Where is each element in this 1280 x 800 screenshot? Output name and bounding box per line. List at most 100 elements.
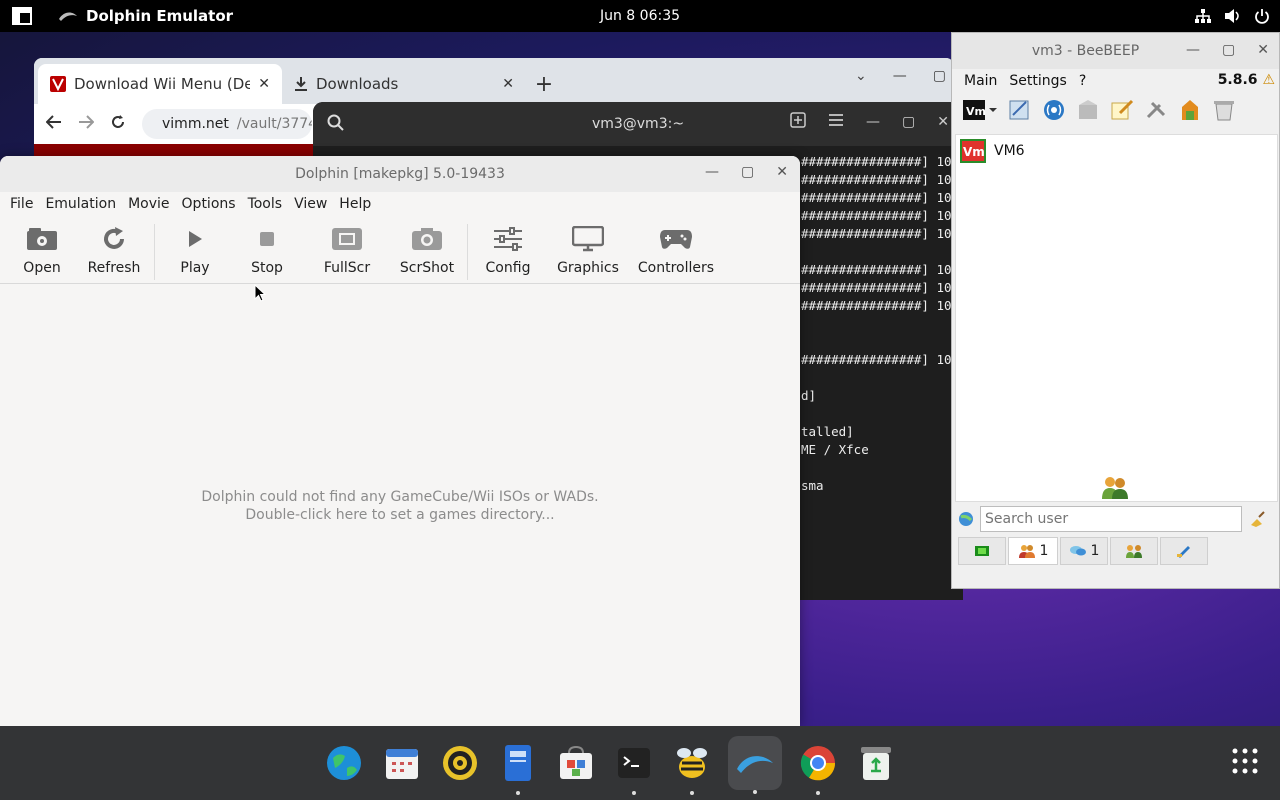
terminal-line: ################] 100 [801,208,960,223]
menu-help[interactable]: ? [1073,73,1092,89]
beebeep-titlebar[interactable]: vm3 - BeeBEEP — ▢ ✕ [952,33,1279,69]
browser-window-controls: ⌄ — ▢ [855,68,946,84]
mouse-cursor-icon [254,284,266,302]
close-tab-icon[interactable]: ✕ [258,76,270,92]
activities-button[interactable] [0,0,44,32]
empty-game-list-message[interactable]: Dolphin could not find any GameCube/Wii … [0,488,800,524]
update-icon[interactable] [1178,99,1202,125]
tab-chats[interactable]: 1 [1060,537,1108,565]
tools-icon[interactable] [1144,99,1168,125]
close-button[interactable]: ✕ [1257,42,1269,58]
edit-profile-icon[interactable] [1008,99,1032,125]
running-indicator [753,790,757,794]
dock-item-music[interactable] [438,735,482,791]
menu-view[interactable]: View [288,196,333,212]
notes-icon[interactable] [1110,99,1134,125]
fullscreen-button[interactable]: FullScr [303,224,391,276]
tab-users[interactable]: 1 [1008,537,1058,565]
maximize-button[interactable]: ▢ [741,164,754,180]
graphics-button[interactable]: Graphics [544,224,632,276]
window-title: Dolphin [makepkg] 5.0-19433 [295,166,505,182]
gamepad-icon [660,230,692,249]
menu-help[interactable]: Help [333,196,377,212]
terminal-titlebar[interactable]: vm3@vm3:~ — ▢ ✕ [313,102,963,146]
stop-button[interactable]: Stop [231,224,303,276]
hamburger-menu-icon[interactable] [828,113,844,131]
file-share-icon[interactable] [1076,99,1100,125]
monitor-icon [572,226,604,252]
trash-icon[interactable] [1212,99,1236,125]
dock-item-trash[interactable] [854,735,898,791]
svg-text:Vm: Vm [966,105,986,118]
dock-item-browser[interactable] [322,735,366,791]
dock-item-software[interactable] [554,735,598,791]
show-apps-button[interactable] [1232,748,1258,778]
game-list-area[interactable]: Dolphin could not find any GameCube/Wii … [0,284,800,726]
tab-status[interactable] [958,537,1006,565]
open-button[interactable]: Open [6,224,78,276]
maximize-button[interactable]: ▢ [902,114,915,130]
beebeep-window: vm3 - BeeBEEP — ▢ ✕ Main Settings ? 5.8.… [951,32,1280,589]
close-button[interactable]: ✕ [937,114,949,130]
forward-arrow-icon[interactable] [78,115,95,133]
status-vm-icon[interactable]: Vm [962,99,998,125]
dock-item-chrome[interactable] [796,735,840,795]
play-button[interactable]: Play [159,224,231,276]
menu-emulation[interactable]: Emulation [39,196,122,212]
stop-icon [260,232,274,246]
active-app-indicator[interactable]: Dolphin Emulator [58,7,233,25]
search-user-input[interactable] [980,506,1242,532]
dock-item-calendar[interactable] [380,735,424,791]
menu-settings[interactable]: Settings [1003,73,1072,89]
dock-item-terminal[interactable] [612,735,656,795]
menu-main[interactable]: Main [958,73,1003,89]
refresh-button[interactable]: Refresh [78,224,150,276]
url-field[interactable]: vimm.net/vault/37741 [142,109,312,139]
back-arrow-icon[interactable] [45,115,62,133]
browser-tab-downloads[interactable]: Downloads ✕ [282,64,526,104]
clock[interactable]: Jun 8 06:35 [600,8,680,24]
running-indicator [816,791,820,795]
tab-groups[interactable] [1110,537,1158,565]
config-button[interactable]: Config [472,224,544,276]
power-icon [1255,9,1269,24]
shared-files-icon [1177,546,1190,558]
screenshot-button[interactable]: ScrShot [391,224,463,276]
reload-icon[interactable] [110,114,126,134]
terminal-window-controls: — ▢ ✕ [790,112,949,132]
fullscreen-label: FullScr [323,260,371,276]
tab-label: Downloads [316,75,399,93]
maximize-button[interactable]: ▢ [1222,42,1235,58]
minimize-button[interactable]: — [893,68,907,84]
dock-item-dolphin[interactable] [728,736,782,794]
menu-file[interactable]: File [4,196,39,212]
version-number: 5.8.6 [1217,72,1258,88]
user-list-item[interactable]: Vm VM6 [956,135,1277,167]
dolphin-app-icon [59,12,77,21]
system-tray[interactable] [1194,0,1270,32]
maximize-button[interactable]: ▢ [933,68,946,84]
controllers-button[interactable]: Controllers [632,224,720,276]
tab-search-chevron-icon[interactable]: ⌄ [855,68,867,84]
chats-count: 1 [1090,543,1100,559]
close-tab-icon[interactable]: ✕ [502,76,514,92]
minimize-button[interactable]: — [1186,42,1200,58]
refresh-label: Refresh [87,260,141,276]
menu-options[interactable]: Options [176,196,242,212]
network-broadcast-icon[interactable] [1042,99,1066,125]
dolphin-titlebar[interactable]: Dolphin [makepkg] 5.0-19433 — ▢ ✕ [0,156,800,192]
menu-movie[interactable]: Movie [122,196,175,212]
new-tab-icon[interactable] [790,112,806,132]
dock-item-files[interactable] [496,735,540,795]
minimize-button[interactable]: — [866,114,880,130]
clear-search-broom-icon[interactable] [1248,510,1266,528]
menu-tools[interactable]: Tools [242,196,289,212]
camera-icon [412,228,442,250]
close-button[interactable]: ✕ [776,164,788,180]
play-label: Play [180,260,210,276]
new-tab-button[interactable]: + [526,64,562,104]
minimize-button[interactable]: — [705,164,719,180]
tab-files[interactable] [1160,537,1208,565]
dock-item-beebeep[interactable] [670,735,714,795]
browser-tab-vimm[interactable]: Download Wii Menu (Dev ✕ [38,64,282,104]
